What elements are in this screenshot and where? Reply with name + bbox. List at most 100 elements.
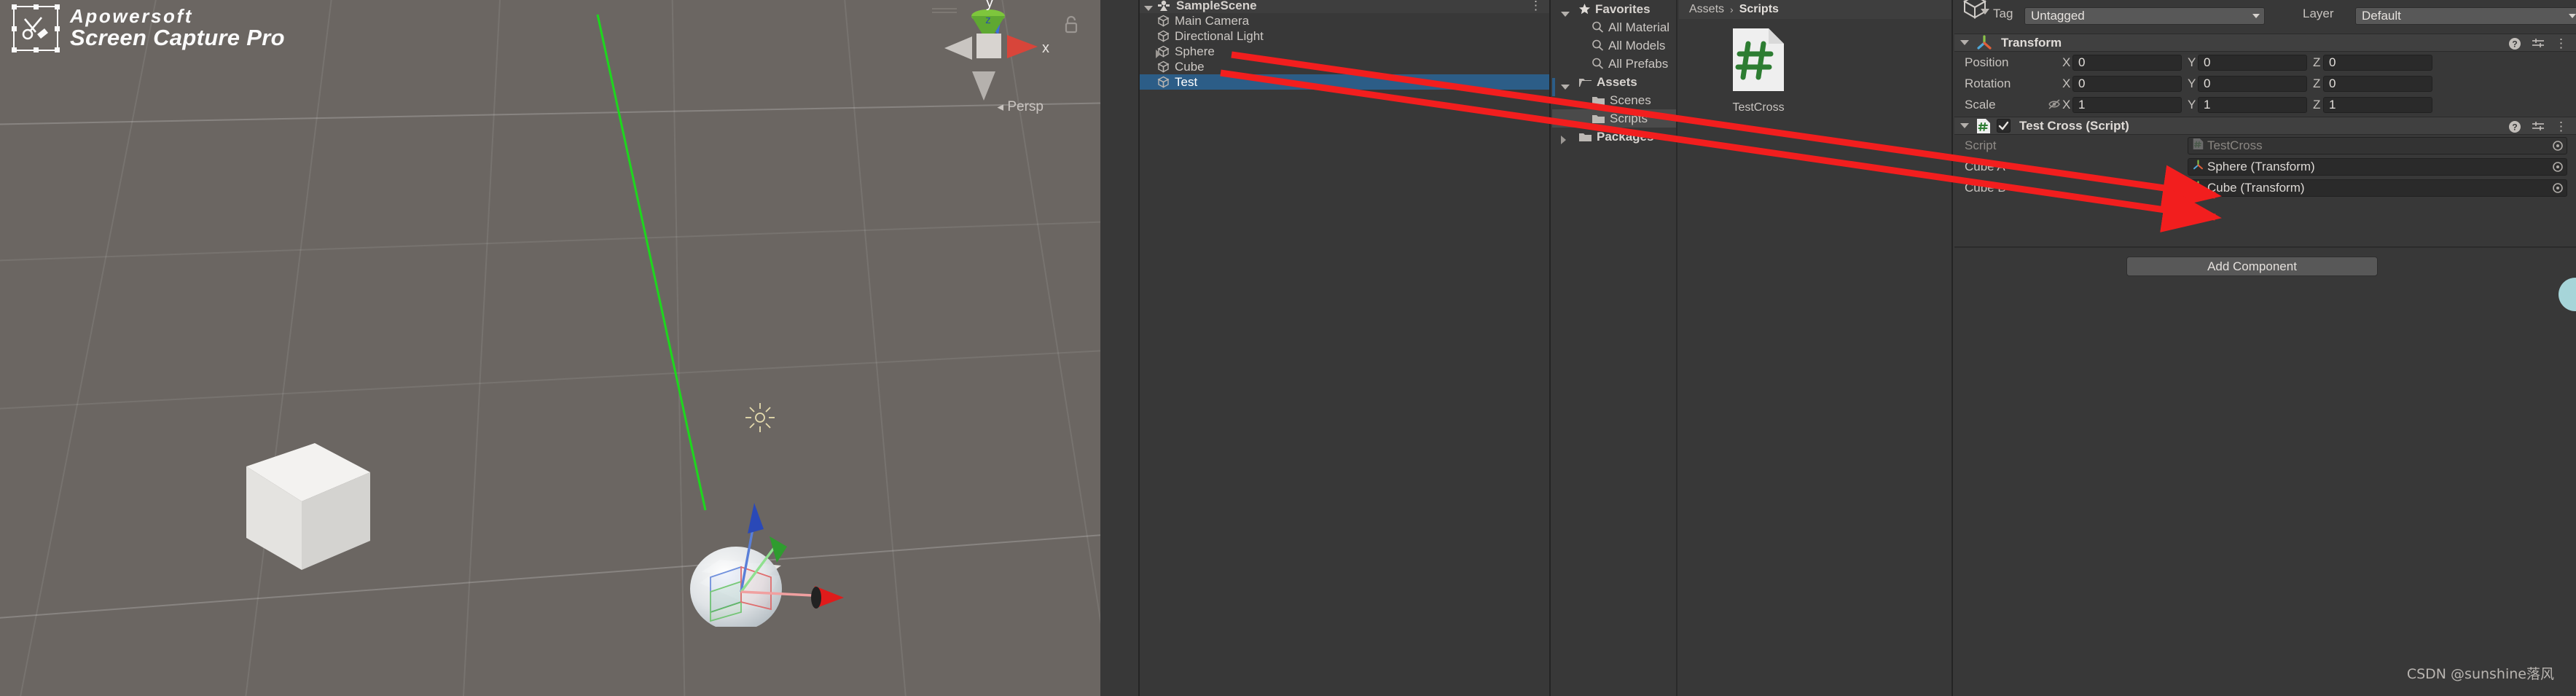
search-icon (1592, 39, 1604, 52)
preset-settings-icon[interactable] (2532, 37, 2545, 50)
gizmo-z-label: z (985, 14, 991, 26)
project-panel[interactable]: Favorites All Material All Models All Prefa… (1552, 0, 1953, 696)
transform-property-rows[interactable]: Position X 0 Y 0 Z 0 Rotation X 0 Y 0 Z 0 Scale X 1 Y 1 Z 1 (1954, 52, 2576, 115)
transform-title: Transform (2001, 35, 2062, 50)
hierarchy-item-directional-light[interactable]: Directional Light (1140, 28, 1549, 44)
hierarchy-item-label: Directional Light (1175, 28, 1264, 43)
constrain-proportions-icon[interactable] (2048, 98, 2061, 114)
property-label: Cube A (1965, 159, 2005, 173)
preset-settings-icon[interactable] (2532, 120, 2545, 133)
script-component-header[interactable]: Test Cross (Script) ? ⋮ (1954, 117, 2576, 135)
csharp-script-icon (1977, 118, 1990, 133)
property-label: Scale (1965, 97, 1996, 112)
cube-a-object-field[interactable]: Sphere (Transform) (2188, 157, 2567, 176)
folder-open-icon (1578, 77, 1592, 88)
help-icon[interactable]: ? (2508, 37, 2521, 50)
hierarchy-item-main-camera[interactable]: Main Camera (1140, 13, 1549, 28)
transform-component-header[interactable]: Transform ? ⋮ (1954, 34, 2576, 52)
hierarchy-item-cube[interactable]: Cube (1140, 59, 1549, 74)
hierarchy-panel[interactable]: SampleScene ⋮ Main Camera Directional Lig… (1138, 0, 1551, 696)
project-tree-item-packages[interactable]: Packages (1552, 128, 1676, 146)
gameobject-icon (1157, 76, 1170, 88)
foldout-icon[interactable] (1561, 133, 1566, 148)
csdn-watermark: CSDN @sunshine落风 (2406, 666, 2554, 682)
position-z-field[interactable]: 0 (2323, 54, 2432, 71)
scale-z-field[interactable]: 1 (2323, 96, 2432, 113)
object-type-icon (2193, 159, 2204, 174)
apowersoft-watermark: Apowersoft Screen Capture Pro (12, 4, 285, 52)
project-tree-label: Packages (1597, 129, 1654, 144)
project-tree-item-all-material[interactable]: All Material (1552, 18, 1676, 36)
transform-row-position: Position X 0 Y 0 Z 0 (1954, 52, 2576, 73)
script-enabled-checkbox[interactable] (1997, 119, 2011, 133)
gameobject-icon (1157, 30, 1170, 42)
project-tree-label: Favorites (1595, 1, 1651, 16)
project-content-area[interactable]: Assets › Scripts TestCross (1679, 0, 1951, 696)
position-y-field[interactable]: 0 (2198, 54, 2307, 71)
svg-text:?: ? (2512, 122, 2517, 132)
project-tree-item-assets[interactable]: Assets (1552, 73, 1676, 91)
script-foldout-icon[interactable] (1960, 123, 1969, 128)
project-tree-item-scripts[interactable]: Scripts (1552, 109, 1676, 128)
cube-b-object-field[interactable]: Cube (Transform) (2188, 179, 2567, 197)
tag-dropdown[interactable]: Untagged (2024, 7, 2265, 25)
hierarchy-context-menu-icon[interactable]: ⋮ (1530, 0, 1542, 13)
breadcrumb-separator-icon: › (1730, 4, 1734, 15)
axis-label-y: Y (2188, 55, 2196, 69)
scene-lock-icon[interactable] (1062, 15, 1080, 35)
hierarchy-scene-header[interactable]: SampleScene ⋮ (1140, 0, 1549, 13)
project-tree-item-all-models[interactable]: All Models (1552, 36, 1676, 55)
directional-light-gizmo-icon[interactable] (743, 401, 777, 434)
breadcrumb[interactable]: Assets › Scripts (1679, 0, 1951, 19)
unity-editor-window: Apowersoft Screen Capture Pro y x z ◂ Pe… (0, 0, 2576, 696)
transform-foldout-icon[interactable] (1960, 40, 1969, 45)
project-tree-label: All Models (1608, 38, 1666, 52)
object-picker-icon[interactable] (2550, 138, 2565, 153)
script-property-rows[interactable]: Script TestCross Cube A Sphere (Transform) C… (1954, 135, 2576, 198)
scene-cube-object[interactable] (226, 415, 394, 583)
rotation-z-field[interactable]: 0 (2323, 75, 2432, 92)
property-label: Position (1965, 55, 2009, 69)
hierarchy-list[interactable]: Main Camera Directional Light Sphere Cube Te… (1140, 13, 1549, 90)
svg-text:?: ? (2512, 39, 2517, 49)
property-label: Cube B (1965, 180, 2006, 195)
asset-item-testcross[interactable]: TestCross (1718, 26, 1798, 114)
scale-y-field[interactable]: 1 (2198, 96, 2307, 113)
apowersoft-brand-line1: Apowersoft (70, 5, 193, 28)
component-menu-icon[interactable]: ⋮ (2555, 36, 2567, 51)
component-menu-icon[interactable]: ⋮ (2555, 120, 2567, 134)
gizmo-y-label: y (986, 0, 993, 11)
script-object-field[interactable]: TestCross (2188, 136, 2567, 155)
rotation-x-field[interactable]: 0 (2072, 75, 2182, 92)
scene-name-label: SampleScene (1176, 0, 1257, 12)
search-icon (1592, 58, 1604, 70)
scene-view-panel[interactable]: Apowersoft Screen Capture Pro y x z ◂ Pe… (0, 0, 1100, 696)
rotation-y-field[interactable]: 0 (2198, 75, 2307, 92)
object-picker-icon[interactable] (2550, 160, 2565, 174)
scene-foldout-icon[interactable] (1144, 5, 1153, 11)
layer-dropdown[interactable]: Default (2355, 7, 2576, 25)
help-icon[interactable]: ? (2508, 120, 2521, 133)
breadcrumb-root[interactable]: Assets (1689, 3, 1724, 16)
hierarchy-item-sphere[interactable]: Sphere (1140, 44, 1549, 59)
add-component-button[interactable]: Add Component (2126, 257, 2378, 276)
project-tree-item-scenes[interactable]: Scenes (1552, 91, 1676, 109)
axis-label-y: Y (2188, 97, 2196, 112)
project-tree-item-all-prefabs[interactable]: All Prefabs (1552, 55, 1676, 73)
csharp-script-icon (1733, 28, 1784, 91)
inspector-panel[interactable]: Tag Untagged Layer Default Transform ? ⋮… (1954, 0, 2576, 696)
folder-icon (1592, 95, 1605, 106)
floating-action-circle[interactable] (2559, 278, 2576, 311)
scene-sphere-object[interactable] (641, 466, 845, 627)
object-picker-icon[interactable] (2550, 181, 2565, 195)
scene-projection-label[interactable]: ◂ Persp (998, 99, 1044, 115)
inspector-divider (1954, 246, 2576, 248)
position-x-field[interactable]: 0 (2072, 54, 2182, 71)
scale-x-field[interactable]: 1 (2072, 96, 2182, 113)
hierarchy-item-label: Main Camera (1175, 13, 1250, 28)
hierarchy-item-test[interactable]: Test (1140, 74, 1549, 90)
unity-scene-icon (1158, 0, 1170, 11)
project-tree-item-favorites[interactable]: Favorites (1552, 0, 1676, 18)
scene-orientation-gizmo[interactable]: y x z (931, 0, 1055, 114)
project-folder-tree[interactable]: Favorites All Material All Models All Prefa… (1552, 0, 1677, 696)
